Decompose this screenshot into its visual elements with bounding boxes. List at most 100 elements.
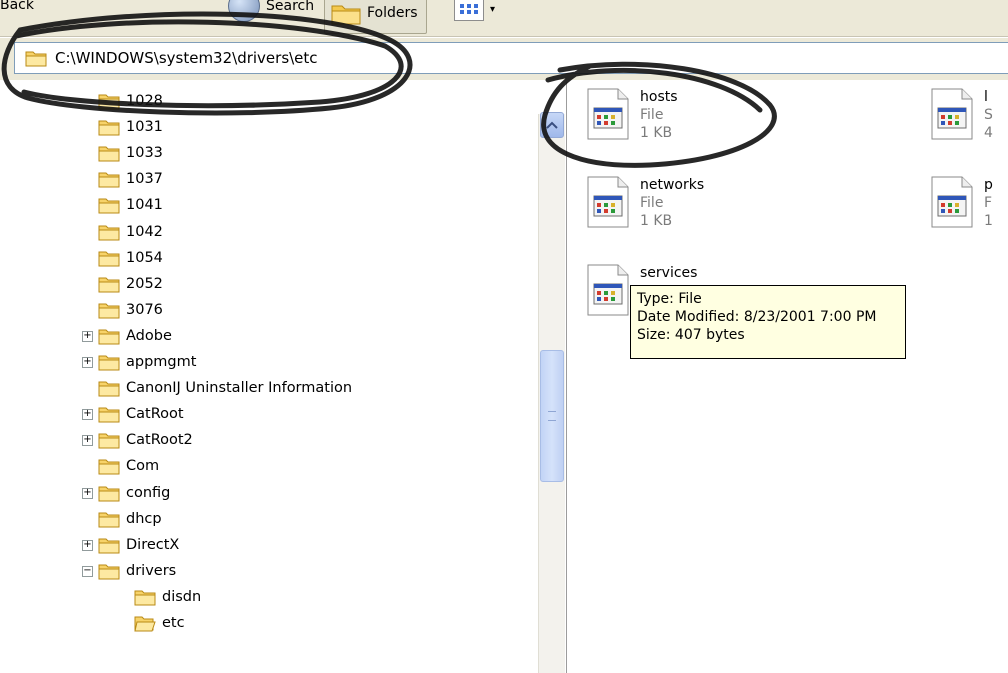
folder-icon [134, 588, 156, 606]
folder-icon [98, 196, 120, 214]
folder-icon [98, 405, 120, 423]
file-hosts[interactable]: hosts File 1 KB [586, 88, 678, 142]
folder-icon [98, 92, 120, 110]
folders-button[interactable]: Folders [324, 0, 427, 34]
tree-item[interactable]: config [98, 482, 170, 504]
tree-item[interactable]: CanonIJ Uninstaller Information [98, 377, 352, 399]
tree-item[interactable]: drivers [98, 560, 176, 582]
expand-icon[interactable]: + [82, 539, 93, 551]
tree-item-label: 3076 [126, 301, 163, 318]
tree-item[interactable]: 1042 [98, 221, 163, 243]
scroll-thumb[interactable] [540, 350, 564, 482]
back-button[interactable]: Back [0, 0, 34, 20]
tree-item[interactable]: CatRoot2 [98, 429, 193, 451]
views-button[interactable]: ▾ [454, 0, 495, 24]
tree-item-label: CanonIJ Uninstaller Information [126, 380, 353, 397]
grip-icon [548, 411, 556, 421]
tree-item[interactable]: DirectX [98, 534, 179, 556]
tooltip-type: Type: File [637, 291, 702, 307]
file-type: F [984, 195, 993, 211]
tree-item[interactable]: CatRoot [98, 403, 184, 425]
search-button[interactable]: Search [228, 0, 315, 22]
folder-open-icon [134, 614, 156, 632]
tree-item[interactable]: 1041 [98, 194, 163, 216]
tree-item[interactable]: 1031 [98, 116, 163, 138]
file-name: p [984, 177, 993, 193]
tree-item[interactable]: appmgmt [98, 351, 196, 373]
file-type: File [640, 107, 664, 123]
scroll-up-button[interactable] [540, 112, 564, 138]
address-input[interactable]: C:\WINDOWS\system32\drivers\etc [14, 42, 1008, 74]
tree-item-label: 1028 [126, 93, 163, 109]
tree-item-label: 1031 [126, 119, 163, 136]
file-name: hosts [640, 89, 678, 105]
folder-icon [98, 275, 120, 293]
tree-item-label: drivers [126, 562, 177, 579]
address-path: C:\WINDOWS\system32\drivers\etc [55, 49, 318, 67]
views-icon [454, 0, 484, 21]
tree-item-label: appmgmt [126, 354, 197, 370]
folder-icon [98, 562, 120, 580]
tree-item[interactable]: 1028 [98, 90, 163, 112]
tree-item[interactable]: 1037 [98, 168, 163, 190]
folder-icon [98, 118, 120, 136]
address-bar: C:\WINDOWS\system32\drivers\etc [0, 38, 1008, 80]
file-list: hosts File 1 KB networks File 1 KB servi… [568, 82, 1008, 673]
tree-item[interactable]: disdn [134, 586, 201, 608]
folder-icon [98, 353, 120, 371]
file-name: services [640, 265, 698, 281]
tree-item[interactable]: Com [98, 455, 159, 477]
file-size: 4 [984, 125, 993, 141]
expand-icon[interactable]: + [82, 435, 93, 447]
tree-item[interactable]: Adobe [98, 325, 172, 347]
tree-item[interactable]: etc [134, 612, 185, 634]
expand-icon[interactable]: + [82, 330, 93, 342]
file-partial-1[interactable]: l S 4 [930, 88, 993, 142]
collapse-icon[interactable]: − [82, 565, 93, 577]
tree-item-label: 2052 [126, 275, 163, 292]
back-label: Back [0, 0, 34, 13]
file-icon [930, 176, 974, 228]
folder-icon [98, 510, 120, 528]
tooltip-size: Size: 407 bytes [637, 327, 745, 343]
expand-icon[interactable]: + [82, 357, 93, 368]
file-size: 1 KB [640, 213, 673, 229]
folders-label: Folders [367, 5, 418, 21]
file-type: File [640, 195, 664, 211]
expand-icon[interactable]: + [82, 409, 93, 421]
file-partial-2[interactable]: p F 1 [930, 176, 993, 230]
file-size: 1 [984, 213, 993, 229]
folder-icon [98, 249, 120, 267]
tree-item[interactable]: 2052 [98, 273, 163, 295]
tree-item-label: CatRoot2 [126, 432, 193, 449]
folder-tree: 1028 1031 1033 1037 1041 1042 1054 2052 3076 + Ado… [0, 82, 567, 673]
tree-item-label: config [126, 484, 171, 501]
file-name: networks [640, 177, 705, 193]
file-icon [586, 88, 630, 140]
tree-item-label: Adobe [126, 327, 172, 344]
tree-item[interactable]: 1054 [98, 247, 163, 269]
folder-icon [98, 327, 120, 345]
tree-item[interactable]: 3076 [98, 299, 163, 321]
search-label: Search [266, 0, 315, 14]
tree-item-label: 1041 [126, 197, 163, 214]
folder-icon [98, 379, 120, 397]
tree-item-label: disdn [162, 588, 202, 605]
tree-item-label: DirectX [126, 536, 180, 553]
folder-icon [98, 301, 120, 319]
folder-icon [25, 51, 47, 67]
tree-item-label: dhcp [126, 510, 162, 527]
tree-item[interactable]: dhcp [98, 508, 162, 530]
tooltip-modified: Date Modified: 8/23/2001 7:00 PM [637, 309, 877, 325]
expand-icon[interactable]: + [82, 487, 93, 499]
tree-item-label: Com [126, 458, 160, 475]
tree-item-label: 1033 [126, 145, 163, 162]
tree-item[interactable]: 1033 [98, 142, 163, 164]
file-networks[interactable]: networks File 1 KB [586, 176, 704, 230]
chevron-up-icon [546, 121, 558, 129]
folder-icon [98, 144, 120, 162]
file-size: 1 KB [640, 125, 673, 141]
chevron-down-icon: ▾ [490, 3, 496, 15]
file-tooltip: Type: File Date Modified: 8/23/2001 7:00… [630, 285, 906, 359]
tree-item-label: etc [162, 615, 185, 631]
